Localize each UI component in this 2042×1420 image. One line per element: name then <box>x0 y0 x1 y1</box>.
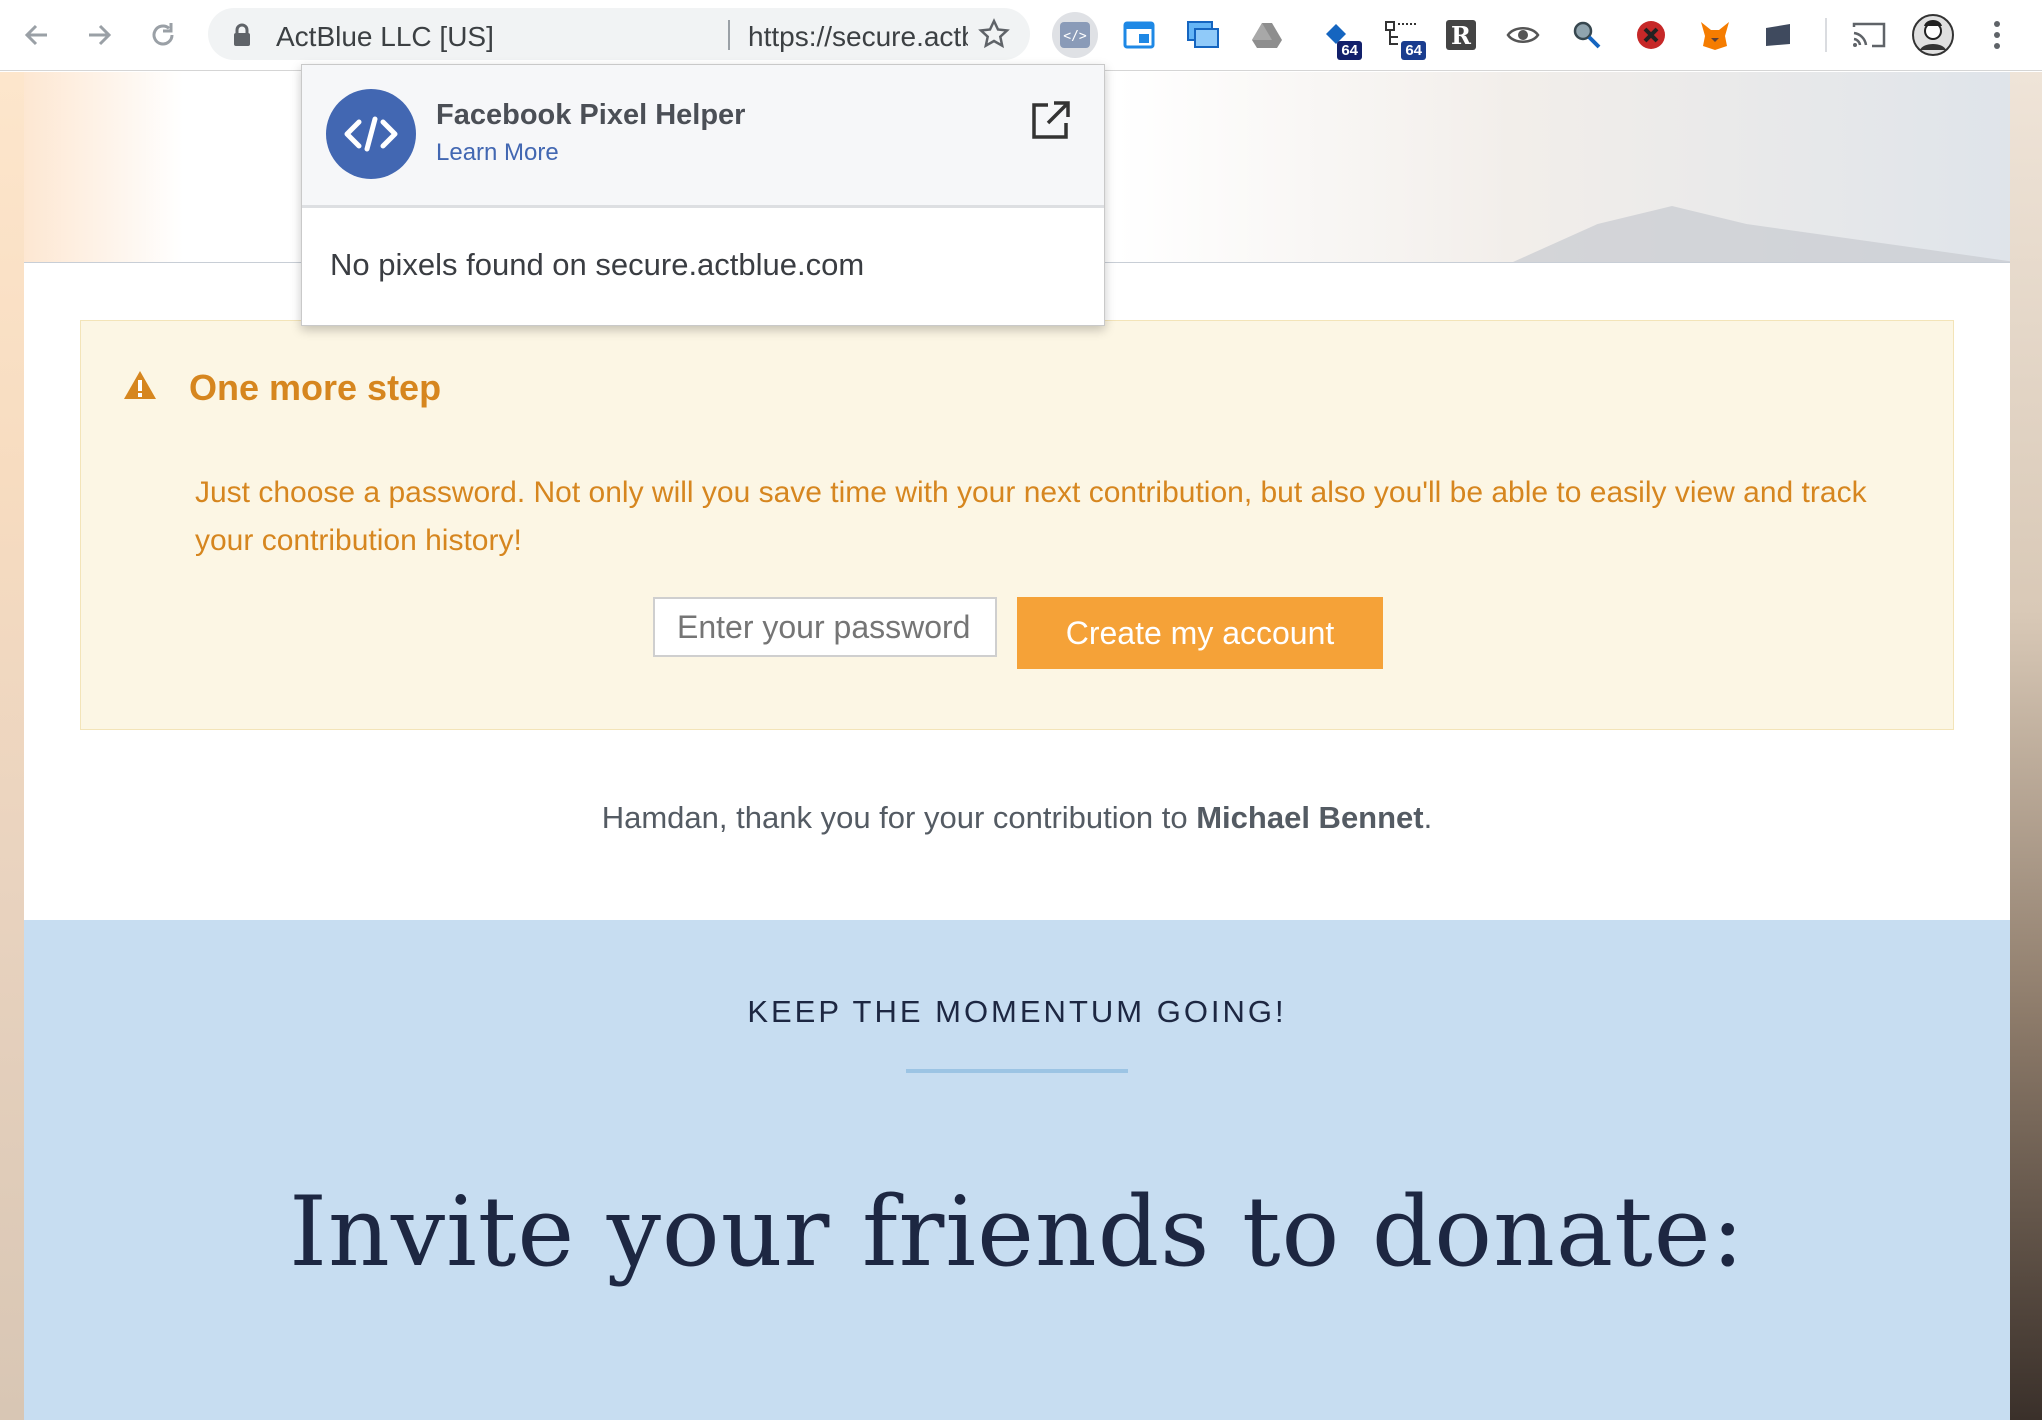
reload-icon <box>152 23 174 46</box>
alert-title: One more step <box>189 367 442 408</box>
popup-title: Facebook Pixel Helper <box>436 99 746 131</box>
mountain-graphic <box>1424 206 2010 262</box>
address-bar[interactable]: ActBlue LLC [US] https://secure.actblue.… <box>208 8 1030 60</box>
tree-badge: 64 <box>1401 41 1426 60</box>
back-arrow-icon <box>24 24 47 46</box>
cast-icon <box>1852 22 1886 48</box>
browser-toolbar: ActBlue LLC [US] https://secure.actblue.… <box>0 0 2042 71</box>
drive-icon <box>1252 23 1282 48</box>
forward-arrow-icon <box>89 24 112 46</box>
pixel-helper-logo <box>326 89 416 179</box>
momentum-kicker: KEEP THE MOMENTUM GOING! <box>747 994 1287 1029</box>
thank-you-suffix: . <box>1423 800 1433 835</box>
red-shield-extension[interactable] <box>1628 12 1674 58</box>
page-background-left <box>0 72 24 1420</box>
cast-button[interactable] <box>1846 12 1892 58</box>
thank-you-message: Hamdan, thank you for your contribution … <box>24 800 2010 836</box>
no-pixels-message: No pixels found on secure.actblue.com <box>330 247 865 282</box>
cookie-extension[interactable]: 64 <box>1314 12 1362 60</box>
site-identity: ActBlue LLC [US] <box>276 21 494 52</box>
svg-text:</>: </> <box>1063 29 1087 44</box>
back-button[interactable] <box>14 12 60 58</box>
external-link-icon[interactable] <box>1028 99 1072 143</box>
learn-more-link[interactable]: Learn More <box>436 139 559 167</box>
cookie-badge: 64 <box>1337 41 1362 60</box>
window-extension[interactable] <box>1116 12 1162 58</box>
page-background-right <box>2010 72 2042 1420</box>
url-text: https://secure.actblue.com/t... <box>748 21 968 52</box>
fox-extension[interactable] <box>1692 12 1738 58</box>
browser-menu-button[interactable] <box>1974 12 2020 58</box>
folder-extension[interactable] <box>1756 12 1802 58</box>
pixel-helper-popup: Facebook Pixel Helper Learn More No pixe… <box>301 64 1105 326</box>
lock-icon <box>234 23 250 46</box>
avatar <box>1912 14 1954 56</box>
section-divider <box>906 1069 1128 1073</box>
recipient-name: Michael Bennet <box>1196 800 1424 835</box>
screenshot-extension[interactable] <box>1180 12 1226 58</box>
momentum-section: KEEP THE MOMENTUM GOING! Invite your fri… <box>24 920 2010 1420</box>
pixel-helper-extension[interactable]: </> <box>1052 12 1098 58</box>
thank-you-prefix: Hamdan, thank you for your contribution … <box>601 800 1197 835</box>
code-brackets-icon <box>344 116 398 152</box>
invite-headline: Invite your friends to donate: <box>289 1176 1745 1288</box>
password-input[interactable] <box>653 597 997 657</box>
forward-button[interactable] <box>76 12 122 58</box>
window-icon <box>1123 21 1155 49</box>
eye-icon <box>1506 27 1540 43</box>
drive-extension[interactable] <box>1244 12 1290 58</box>
bookmark-star-icon[interactable] <box>978 18 1010 50</box>
alert-body: Just choose a password. Not only will yo… <box>195 476 1867 557</box>
magnifier-icon <box>1573 21 1601 49</box>
toolbar-divider <box>1825 18 1827 52</box>
popup-header: Facebook Pixel Helper Learn More <box>302 65 1104 208</box>
kebab-menu-icon <box>1994 21 2000 49</box>
eye-extension[interactable] <box>1500 12 1546 58</box>
profile-button[interactable] <box>1910 12 1956 58</box>
warning-icon <box>124 371 156 399</box>
address-separator <box>728 20 730 50</box>
create-account-button[interactable]: Create my account <box>1017 597 1383 669</box>
reload-button[interactable] <box>140 12 186 58</box>
fox-icon <box>1701 22 1729 50</box>
magnifier-extension[interactable] <box>1564 12 1610 58</box>
folder-icon <box>1766 24 1790 46</box>
tree-extension[interactable]: 64 <box>1378 12 1426 60</box>
account-alert: One more step Just choose a password. No… <box>80 320 1954 730</box>
r-extension[interactable]: R <box>1438 12 1484 58</box>
screenshot-icon <box>1187 21 1219 48</box>
red-shield-icon <box>1637 21 1665 49</box>
svg-text:R: R <box>1451 21 1472 50</box>
pixel-helper-icon: </> <box>1060 22 1090 48</box>
r-icon: R <box>1446 20 1476 50</box>
